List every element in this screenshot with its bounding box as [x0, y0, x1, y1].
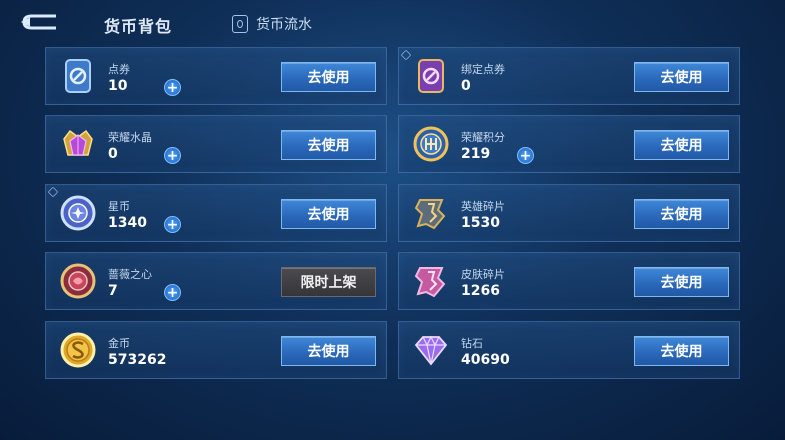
- currency-name: 蔷薇之心: [108, 268, 152, 281]
- star-coin-icon: [58, 193, 98, 233]
- currency-card-coupon: 点券 10 + 去使用: [45, 47, 387, 105]
- currency-name: 英雄碎片: [461, 200, 505, 213]
- currency-amount: 0: [461, 78, 471, 94]
- diamond-icon: [411, 330, 451, 370]
- ledger-icon: [232, 15, 248, 33]
- add-rose-heart-button[interactable]: +: [164, 284, 181, 301]
- currency-amount: 573262: [108, 352, 167, 368]
- currency-name: 皮肤碎片: [461, 268, 505, 281]
- currency-amount: 1266: [461, 283, 500, 299]
- currency-amount: 7: [108, 283, 118, 299]
- use-diamond-button[interactable]: 去使用: [634, 336, 729, 366]
- currency-name: 星币: [108, 200, 130, 213]
- skin-fragment-icon: [411, 261, 451, 301]
- currency-name: 钻石: [461, 337, 483, 350]
- currency-card-diamond: 钻石 40690 去使用: [398, 321, 740, 379]
- page-title: 货币背包: [104, 17, 173, 36]
- use-star-coin-button[interactable]: 去使用: [281, 199, 376, 229]
- use-hero-fragment-button[interactable]: 去使用: [634, 199, 729, 229]
- add-honor-crystal-button[interactable]: +: [164, 147, 181, 164]
- currency-amount: 40690: [461, 352, 510, 368]
- limited-release-button[interactable]: 限时上架: [281, 267, 376, 297]
- currency-name: 荣耀水晶: [108, 131, 152, 144]
- currency-card-star-coin: 星币 1340 + 去使用: [45, 184, 387, 242]
- currency-amount: 1340: [108, 215, 147, 231]
- add-coupon-button[interactable]: +: [164, 79, 181, 96]
- currency-card-bound-coupon: 绑定点券 0 去使用: [398, 47, 740, 105]
- add-honor-points-button[interactable]: +: [517, 147, 534, 164]
- bound-coupon-icon: [411, 56, 451, 96]
- currency-flow-link[interactable]: 货币流水: [232, 14, 312, 34]
- use-skin-fragment-button[interactable]: 去使用: [634, 267, 729, 297]
- top-bar: 货币背包 货币流水: [0, 0, 785, 44]
- currency-amount: 219: [461, 146, 491, 162]
- hero-fragment-icon: [411, 193, 451, 233]
- coupon-icon: [58, 56, 98, 96]
- use-honor-crystal-button[interactable]: 去使用: [281, 130, 376, 160]
- currency-card-honor-crystal: 荣耀水晶 0 + 去使用: [45, 115, 387, 173]
- info-badge-icon: [47, 186, 59, 198]
- rose-heart-icon: [58, 261, 98, 301]
- currency-amount: 1530: [461, 215, 500, 231]
- currency-card-hero-fragment: 英雄碎片 1530 去使用: [398, 184, 740, 242]
- currency-card-honor-points: 荣耀积分 219 + 去使用: [398, 115, 740, 173]
- currency-card-gold-coin: 金币 573262 去使用: [45, 321, 387, 379]
- currency-card-skin-fragment: 皮肤碎片 1266 去使用: [398, 252, 740, 310]
- use-bound-coupon-button[interactable]: 去使用: [634, 62, 729, 92]
- use-honor-points-button[interactable]: 去使用: [634, 130, 729, 160]
- currency-name: 绑定点券: [461, 63, 505, 76]
- use-gold-coin-button[interactable]: 去使用: [281, 336, 376, 366]
- currency-amount: 10: [108, 78, 128, 94]
- gold-coin-icon: [58, 330, 98, 370]
- currency-name: 金币: [108, 337, 130, 350]
- use-coupon-button[interactable]: 去使用: [281, 62, 376, 92]
- currency-flow-label: 货币流水: [256, 17, 312, 33]
- back-arrow-icon[interactable]: [18, 12, 58, 32]
- honor-crystal-icon: [58, 124, 98, 164]
- honor-points-icon: [411, 124, 451, 164]
- info-badge-icon: [400, 49, 412, 61]
- currency-amount: 0: [108, 146, 118, 162]
- add-star-coin-button[interactable]: +: [164, 216, 181, 233]
- currency-name: 点券: [108, 63, 130, 76]
- currency-card-rose-heart: 蔷薇之心 7 + 限时上架: [45, 252, 387, 310]
- currency-name: 荣耀积分: [461, 131, 505, 144]
